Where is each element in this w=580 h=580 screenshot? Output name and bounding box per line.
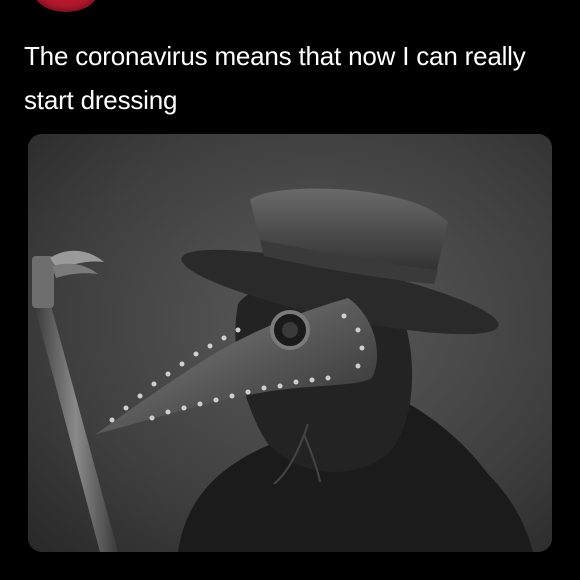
tweet-text: The coronavirus means that now I can rea… — [24, 41, 526, 115]
plague-doctor-photo — [28, 134, 552, 552]
user-avatar[interactable] — [34, 0, 98, 12]
tweet-media-image[interactable] — [28, 134, 552, 552]
